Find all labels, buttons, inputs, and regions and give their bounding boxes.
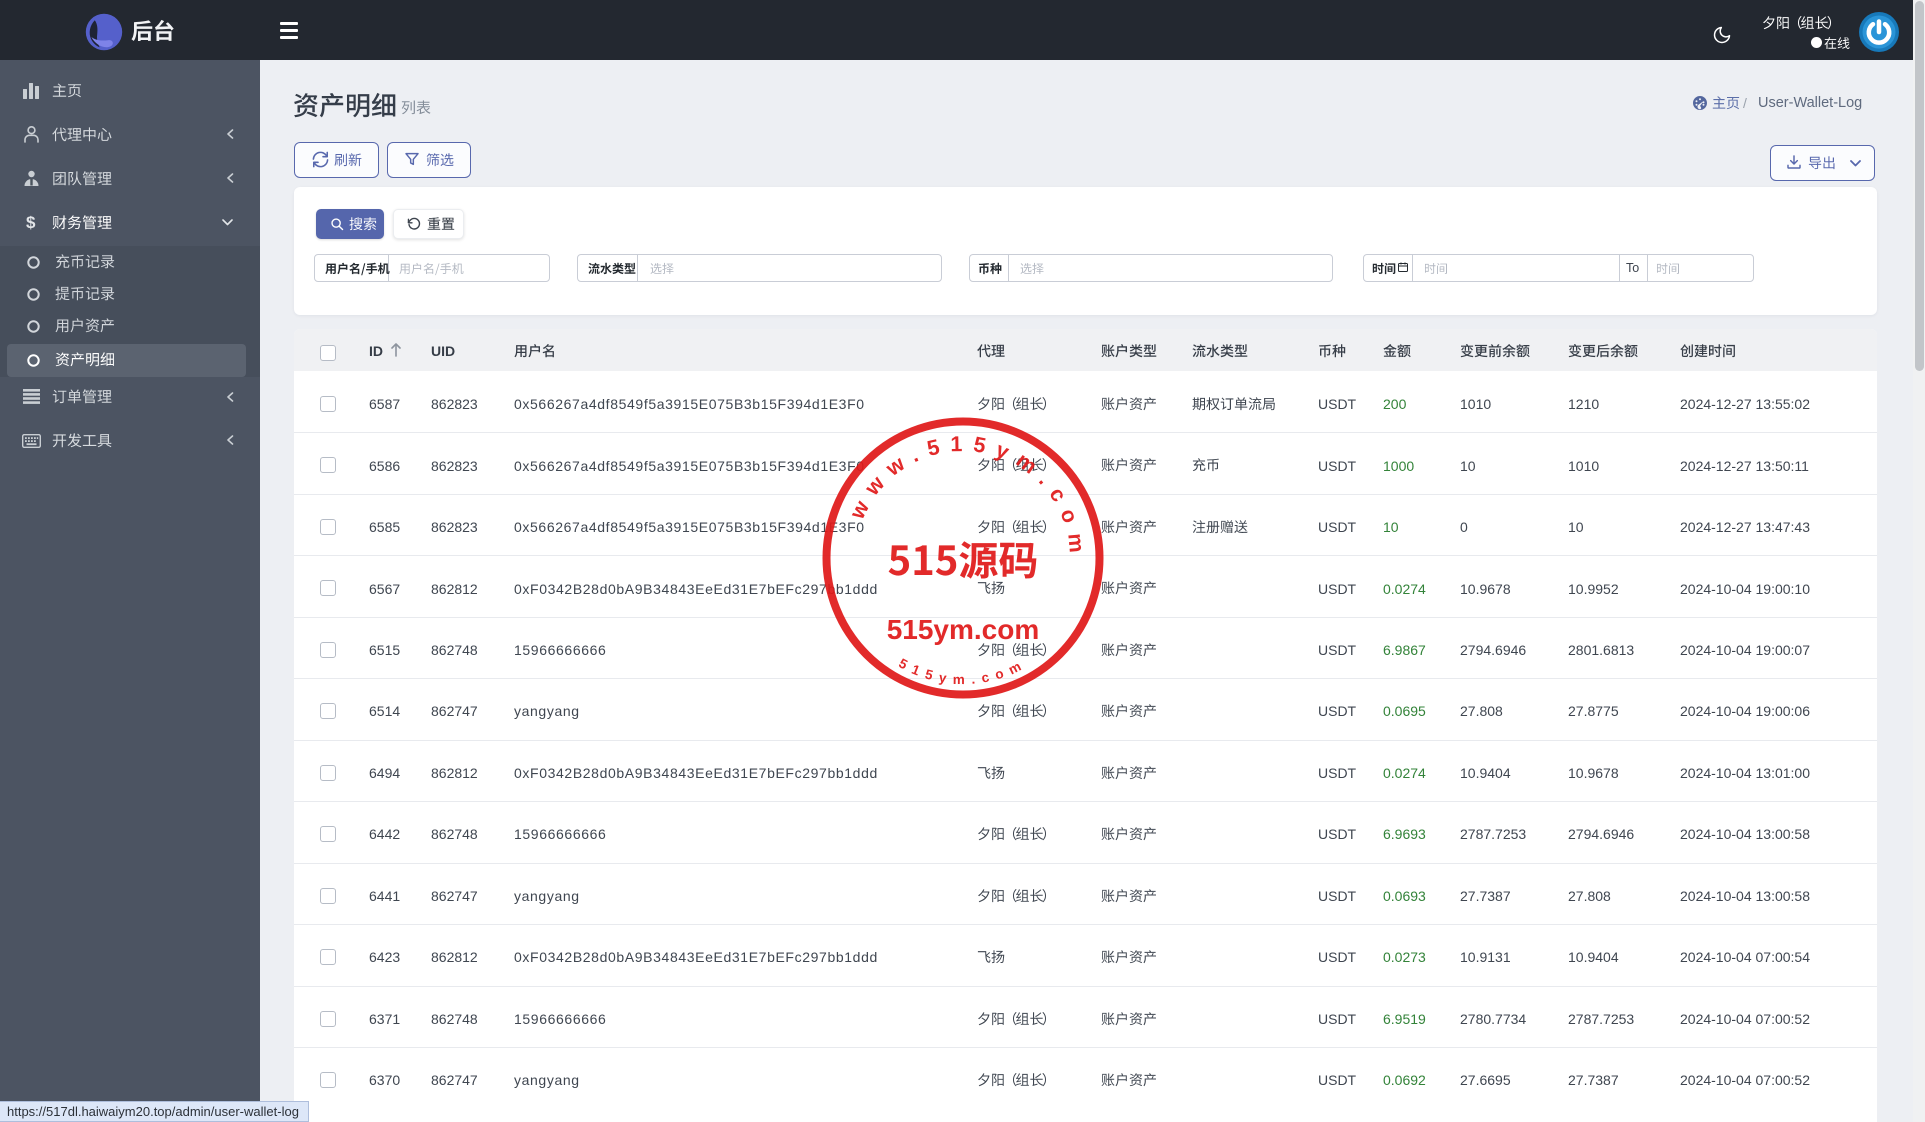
svg-text:515ym.com: 515ym.com (887, 614, 1040, 645)
